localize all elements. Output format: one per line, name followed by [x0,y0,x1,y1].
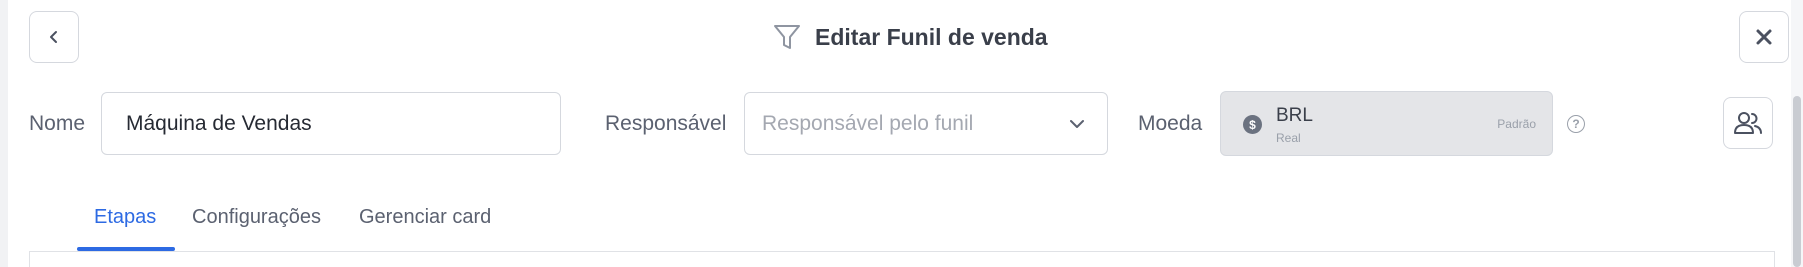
name-input-value: Máquina de Vendas [126,111,312,135]
owner-label: Responsável [605,112,727,135]
owner-select[interactable]: Responsável pelo funil [744,92,1108,155]
coin-icon: $ [1243,115,1262,134]
tab-gerenciar-card[interactable]: Gerenciar card [359,206,491,229]
help-icon[interactable]: ? [1567,115,1585,133]
scrollbar[interactable] [1791,0,1803,267]
owner-select-placeholder: Responsável pelo funil [762,111,974,135]
tab-content [29,251,1775,267]
page-title: Editar Funil de venda [815,23,1048,50]
currency-code: BRL [1276,105,1313,126]
tab-etapas[interactable]: Etapas [94,206,156,229]
users-icon [1734,112,1762,134]
close-button[interactable] [1739,11,1789,63]
scrollbar-thumb[interactable] [1793,96,1801,267]
funnel-icon [774,25,800,49]
currency-default-tag: Padrão [1497,117,1536,131]
back-button[interactable] [29,11,79,63]
modal-header: Editar Funil de venda [773,18,1048,56]
tab-configuracoes[interactable]: Configurações [192,206,321,229]
chevron-left-icon [50,31,57,43]
edit-funnel-panel: Editar Funil de venda Nome Máquina de Ve… [0,0,1803,267]
left-edge [0,0,8,267]
name-input[interactable]: Máquina de Vendas [101,92,561,155]
manage-users-button[interactable] [1723,97,1773,149]
close-icon [1756,29,1772,45]
currency-label: Moeda [1138,112,1203,135]
chevron-down-icon [1070,119,1084,128]
name-label: Nome [29,112,86,135]
currency-name: Real [1276,131,1301,145]
currency-field: $ BRL Real Padrão [1220,91,1553,156]
